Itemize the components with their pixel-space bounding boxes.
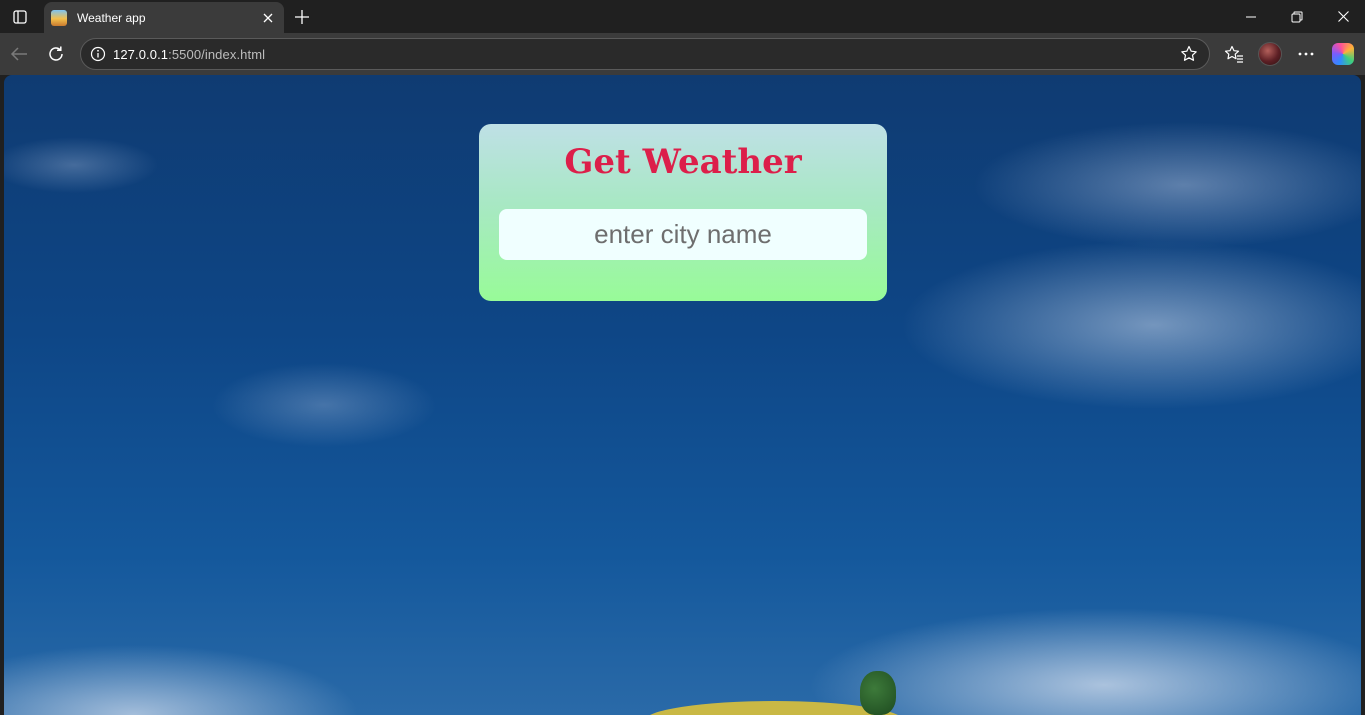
copilot-icon[interactable] [1327,38,1359,70]
restore-icon[interactable] [1274,0,1320,33]
more-icon[interactable] [1290,38,1322,70]
back-arrow-icon[interactable] [3,38,35,70]
url-path: :5500/index.html [168,46,266,62]
page-viewport: Get Weather [4,75,1361,715]
card-title: Get Weather [564,142,802,182]
title-bar: Weather app [0,0,1365,33]
copilot-logo [1332,43,1354,65]
reload-icon[interactable] [40,38,72,70]
tab-weather-app[interactable]: Weather app [44,2,284,33]
tab-favicon [51,9,67,26]
close-icon[interactable] [256,6,280,30]
info-icon[interactable] [83,39,113,69]
profile-avatar[interactable] [1254,38,1286,70]
star-icon[interactable] [1175,40,1203,68]
city-search-input[interactable] [499,209,867,260]
tab-actions-icon[interactable] [4,3,36,31]
browser-toolbar: 127.0.0.1:5500/index.html [0,33,1365,75]
weather-card: Get Weather [479,124,887,301]
url-text[interactable]: 127.0.0.1:5500/index.html [113,47,265,62]
tab-title: Weather app [77,10,146,25]
address-bar[interactable]: 127.0.0.1:5500/index.html [80,38,1210,70]
plus-icon[interactable] [287,3,317,31]
favorites-icon[interactable] [1218,38,1250,70]
avatar [1258,42,1282,66]
minimize-icon[interactable] [1228,0,1274,33]
background-tree [860,671,896,715]
url-host: 127.0.0.1 [113,46,169,62]
close-window-icon[interactable] [1320,0,1365,33]
